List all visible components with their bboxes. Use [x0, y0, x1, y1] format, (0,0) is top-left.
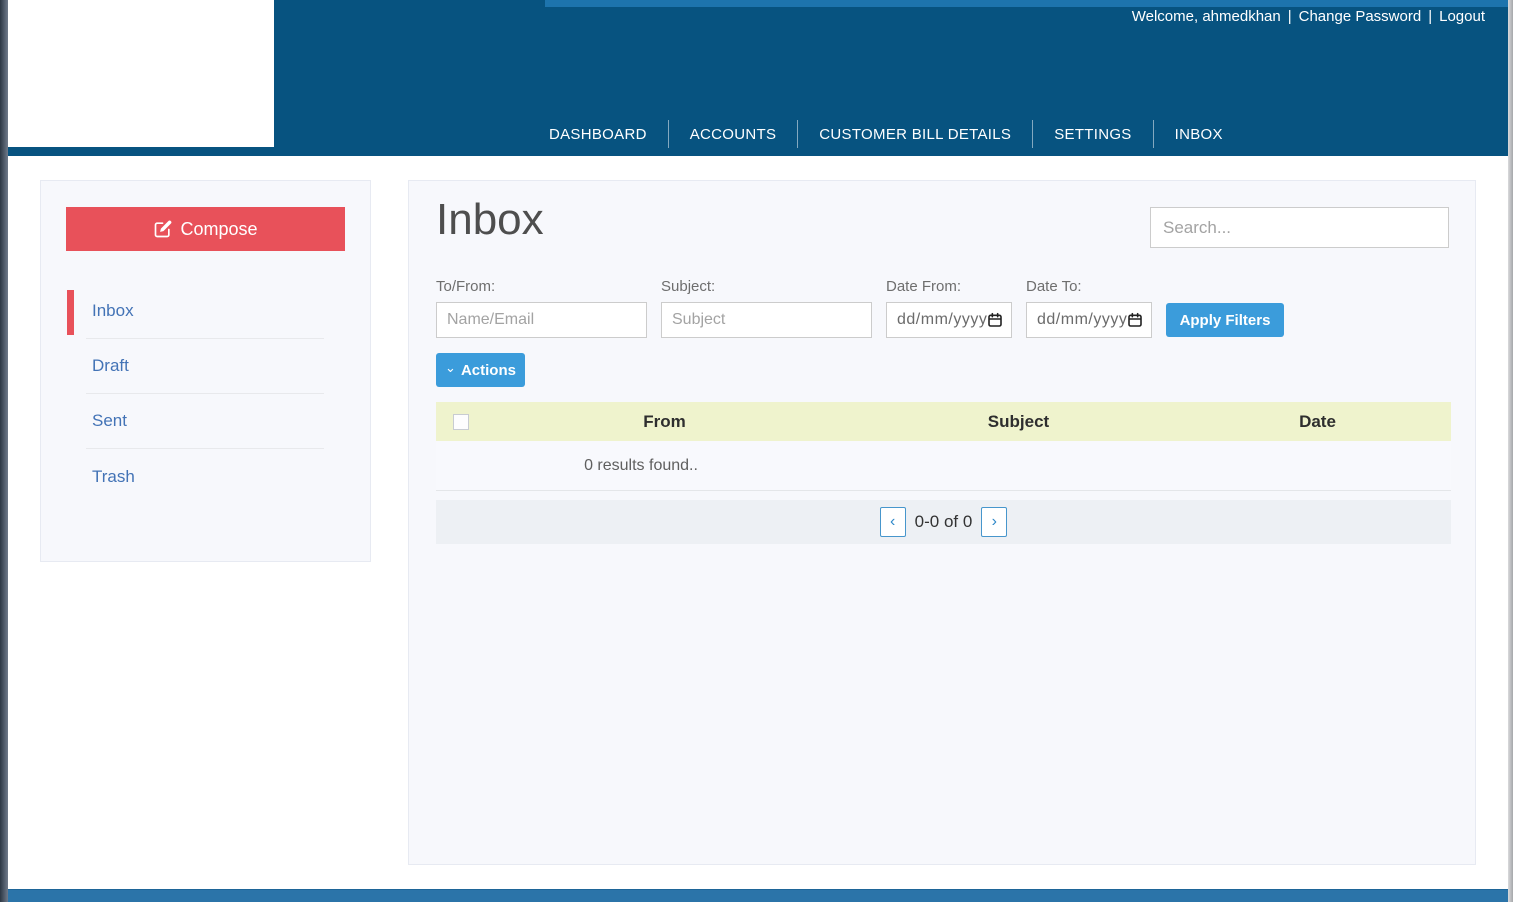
to-from-label: To/From: — [436, 278, 647, 295]
nav-item-inbox[interactable]: INBOX — [1154, 126, 1244, 143]
empty-results-message: 0 results found.. — [436, 457, 846, 475]
next-page-button[interactable]: › — [981, 507, 1007, 537]
compose-button[interactable]: Compose — [66, 207, 345, 251]
window-right-edge — [1508, 0, 1513, 902]
sidebar-item-label: Trash — [92, 467, 135, 487]
date-to-value: dd/mm/yyyy — [1037, 311, 1127, 329]
nav-item-accounts[interactable]: ACCOUNTS — [669, 126, 798, 143]
column-header-date: Date — [1184, 412, 1451, 432]
filter-date-to: Date To: dd/mm/yyyy — [1026, 278, 1152, 338]
sidebar-item-label: Inbox — [92, 301, 134, 321]
table-header-row: From Subject Date — [436, 402, 1451, 441]
select-all-cell — [436, 414, 476, 430]
actions-button-label: Actions — [461, 362, 516, 379]
mail-folders: Inbox Draft Sent Trash — [41, 284, 370, 504]
user-bar: Welcome, ahmedkhan | Change Password | L… — [1132, 8, 1485, 25]
filter-date-from: Date From: dd/mm/yyyy — [886, 278, 1012, 338]
window-left-edge — [0, 0, 8, 902]
sidebar-item-label: Draft — [92, 356, 129, 376]
pagination-range-label: 0-0 of 0 — [915, 512, 973, 532]
nav-item-settings[interactable]: SETTINGS — [1033, 126, 1152, 143]
calendar-icon[interactable] — [1127, 312, 1143, 328]
footer-bar — [0, 889, 1513, 902]
filter-subject: Subject: — [661, 278, 872, 338]
filter-row: To/From: Subject: Date From: dd/mm/yyyy … — [436, 278, 1284, 338]
nav-item-customer-bill-details[interactable]: CUSTOMER BILL DETAILS — [798, 126, 1032, 143]
nav-item-dashboard[interactable]: DASHBOARD — [528, 126, 668, 143]
welcome-text: Welcome, ahmedkhan — [1132, 8, 1281, 25]
change-password-link[interactable]: Change Password — [1299, 8, 1422, 25]
inbox-table: From Subject Date 0 results found.. — [436, 402, 1451, 491]
date-from-input[interactable]: dd/mm/yyyy — [886, 302, 1012, 338]
logo-placeholder — [8, 0, 274, 147]
column-header-subject: Subject — [853, 412, 1184, 432]
actions-dropdown-button[interactable]: ⌄ Actions — [436, 353, 525, 387]
sidebar-item-trash[interactable]: Trash — [86, 449, 324, 504]
date-from-label: Date From: — [886, 278, 1012, 295]
pen-to-square-icon — [153, 219, 173, 239]
date-from-value: dd/mm/yyyy — [897, 311, 987, 329]
subject-label: Subject: — [661, 278, 872, 295]
page-title: Inbox — [436, 195, 544, 245]
compose-button-label: Compose — [180, 219, 257, 240]
date-to-input[interactable]: dd/mm/yyyy — [1026, 302, 1152, 338]
pagination-bar: ‹ 0-0 of 0 › — [436, 500, 1451, 544]
filter-to-from: To/From: — [436, 278, 647, 338]
table-empty-row: 0 results found.. — [436, 441, 1451, 491]
sidebar-item-inbox[interactable]: Inbox — [86, 284, 324, 339]
column-header-from: From — [476, 412, 853, 432]
chevron-down-icon: ⌄ — [445, 363, 456, 373]
sidebar-item-draft[interactable]: Draft — [86, 339, 324, 394]
calendar-icon[interactable] — [987, 312, 1003, 328]
date-to-label: Date To: — [1026, 278, 1152, 295]
sidebar-item-label: Sent — [92, 411, 127, 431]
subject-input[interactable] — [661, 302, 872, 338]
user-bar-separator: | — [1428, 8, 1432, 25]
apply-filters-button[interactable]: Apply Filters — [1166, 303, 1284, 337]
chevron-right-icon: › — [992, 513, 997, 531]
chevron-left-icon: ‹ — [890, 513, 895, 531]
mail-sidebar: Compose Inbox Draft Sent Trash — [40, 180, 371, 562]
search-input[interactable] — [1150, 207, 1449, 248]
previous-page-button[interactable]: ‹ — [880, 507, 906, 537]
header-accent-bar — [545, 0, 1508, 7]
user-bar-separator: | — [1288, 8, 1292, 25]
to-from-input[interactable] — [436, 302, 647, 338]
main-nav: DASHBOARD ACCOUNTS CUSTOMER BILL DETAILS… — [528, 116, 1244, 152]
sidebar-item-sent[interactable]: Sent — [86, 394, 324, 449]
select-all-checkbox[interactable] — [453, 414, 469, 430]
logout-link[interactable]: Logout — [1439, 8, 1485, 25]
header: Welcome, ahmedkhan | Change Password | L… — [0, 0, 1513, 156]
inbox-panel: Inbox To/From: Subject: Date From: dd/mm… — [408, 180, 1476, 865]
